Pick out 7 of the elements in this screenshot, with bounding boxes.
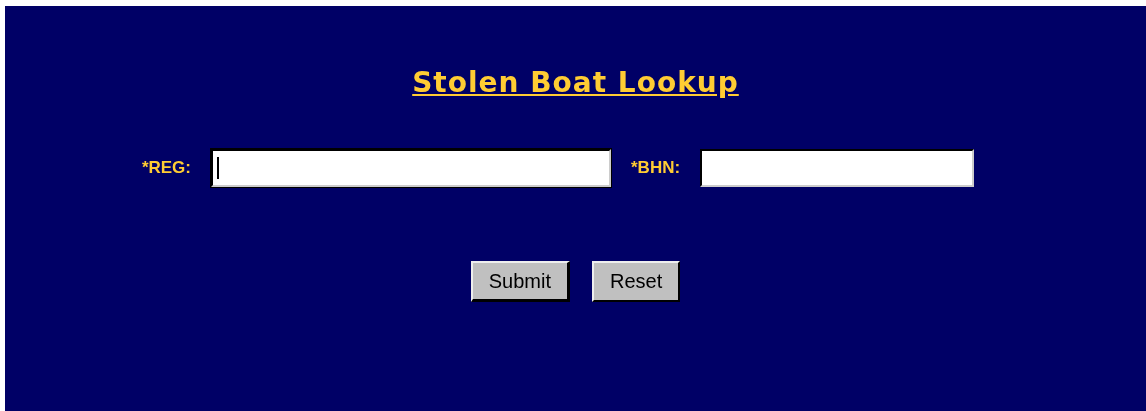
field-label: *BHN: (631, 158, 681, 178)
text-field[interactable] (211, 149, 611, 187)
submit-button[interactable]: Submit (470, 261, 570, 302)
field-label: *REG: (141, 158, 191, 178)
page-title: Stolen Boat Lookup (412, 66, 739, 99)
reset-button[interactable]: Reset (592, 261, 681, 302)
text-field[interactable] (700, 149, 975, 187)
